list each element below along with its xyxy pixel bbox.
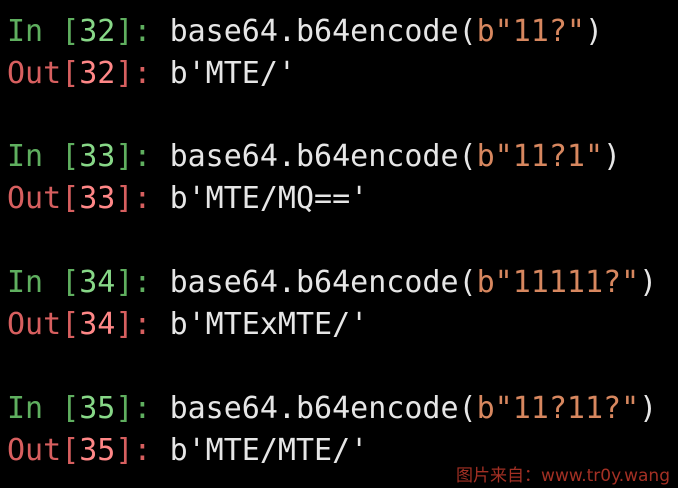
in-prompt-label: In (7, 265, 44, 300)
prompt-open-bracket: [ (61, 181, 80, 216)
prompt-close-bracket: ]: (115, 181, 152, 216)
output-value: b'MTE/MTE/' (169, 433, 369, 468)
prompt-close-bracket: ]: (115, 139, 152, 174)
notebook-cell: In [33]: base64.b64encode(b"11?1") Out[3… (7, 136, 672, 220)
out-prompt-label: Out (7, 307, 62, 342)
out-prompt-number: 34 (79, 307, 116, 342)
output-value: b'MTE/MQ==' (169, 181, 369, 216)
out-prompt-label: Out (7, 181, 62, 216)
in-prompt-label: In (7, 391, 44, 426)
out-prompt-number: 33 (79, 181, 116, 216)
prompt-close-bracket: ]: (115, 265, 152, 300)
in-prompt-label: In (7, 14, 44, 49)
input-string-literal: b"11111?" (476, 265, 640, 300)
notebook-cell: In [34]: base64.b64encode(b"11111?") Out… (7, 262, 672, 346)
input-line[interactable]: In [32]: base64.b64encode(b"11?") (7, 11, 672, 53)
input-line[interactable]: In [33]: base64.b64encode(b"11?1") (7, 136, 672, 178)
input-string-literal: b"11?1" (476, 139, 604, 174)
input-code: base64.b64encode( (169, 265, 477, 300)
prompt-open-bracket: [ (61, 391, 80, 426)
output-line: Out[32]: b'MTE/' (7, 53, 672, 95)
out-prompt-number: 32 (79, 56, 116, 91)
input-code: base64.b64encode( (169, 14, 477, 49)
output-line: Out[33]: b'MTE/MQ==' (7, 178, 672, 220)
in-prompt-number: 33 (79, 139, 116, 174)
in-prompt-number: 34 (79, 265, 116, 300)
input-code: base64.b64encode( (169, 139, 477, 174)
notebook-cell: In [32]: base64.b64encode(b"11?") Out[32… (7, 11, 672, 95)
out-prompt-label: Out (7, 56, 62, 91)
watermark: 图片来自：www.tr0y.wang (456, 466, 670, 486)
prompt-open-bracket: [ (61, 56, 80, 91)
input-line[interactable]: In [34]: base64.b64encode(b"11111?") (7, 262, 672, 304)
input-close-paren: ) (603, 139, 622, 174)
output-value: b'MTE/' (169, 56, 296, 91)
out-prompt-label: Out (7, 433, 62, 468)
prompt-open-bracket: [ (61, 433, 80, 468)
input-code: base64.b64encode( (169, 391, 477, 426)
prompt-open-bracket: [ (61, 265, 80, 300)
input-close-paren: ) (639, 265, 658, 300)
input-close-paren: ) (584, 14, 604, 49)
prompt-close-bracket: ]: (115, 14, 152, 49)
prompt-close-bracket: ]: (115, 433, 152, 468)
prompt-open-bracket: [ (61, 14, 80, 49)
input-line[interactable]: In [35]: base64.b64encode(b"11?11?") (7, 388, 672, 430)
input-string-literal: b"11?" (476, 14, 585, 49)
prompt-close-bracket: ]: (115, 56, 152, 91)
in-prompt-number: 35 (79, 391, 116, 426)
out-prompt-number: 35 (79, 433, 116, 468)
output-line: Out[34]: b'MTExMTE/' (7, 304, 672, 346)
notebook-cell: In [35]: base64.b64encode(b"11?11?") Out… (7, 388, 672, 472)
prompt-close-bracket: ]: (115, 307, 152, 342)
output-value: b'MTExMTE/' (169, 307, 369, 342)
in-prompt-number: 32 (79, 14, 116, 49)
prompt-close-bracket: ]: (115, 391, 152, 426)
prompt-open-bracket: [ (61, 307, 80, 342)
terminal-window: In [32]: base64.b64encode(b"11?") Out[32… (0, 0, 678, 488)
prompt-open-bracket: [ (61, 139, 80, 174)
input-string-literal: b"11?11?" (476, 391, 640, 426)
input-close-paren: ) (639, 391, 658, 426)
in-prompt-label: In (7, 139, 44, 174)
